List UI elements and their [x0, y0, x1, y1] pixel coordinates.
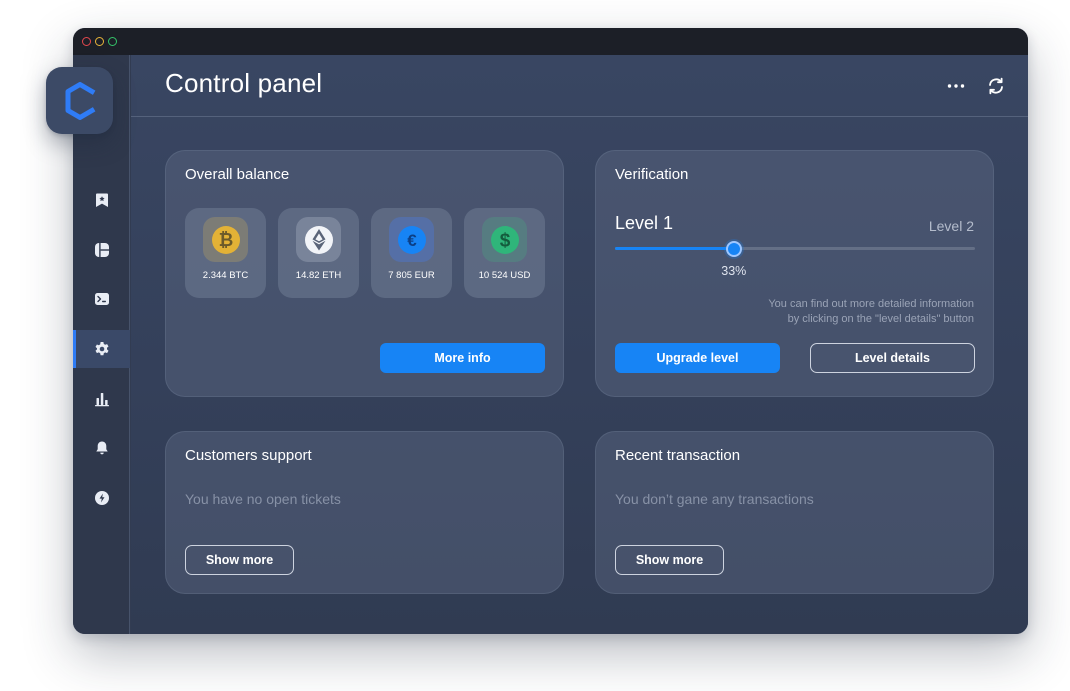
sidebar-item-activity[interactable]: [73, 479, 130, 517]
maximize-window-button[interactable]: [108, 37, 117, 46]
lightning-icon: [94, 491, 109, 505]
app-window: Control panel Overall balance ₿ 2.344 BT…: [73, 28, 1028, 634]
support-show-more-button[interactable]: Show more: [185, 545, 294, 575]
ethereum-icon: [304, 225, 333, 254]
level-progress-track[interactable]: [615, 240, 975, 257]
card-title: Overall balance: [185, 166, 290, 183]
coin-value: 2.344 BTC: [202, 270, 249, 281]
sidebar-item-dashboard[interactable]: [73, 231, 130, 269]
coin-value: 14.82 ETH: [295, 270, 342, 281]
svg-text:$: $: [499, 230, 510, 251]
more-info-button[interactable]: More info: [380, 343, 545, 373]
main-content: Control panel Overall balance ₿ 2.344 BT…: [131, 55, 1028, 634]
coin-icon-wrap: [296, 217, 341, 262]
verification-card: Verification Level 1 Level 2 33% You can…: [595, 150, 994, 397]
dollar-icon: $: [490, 225, 519, 254]
level-help-text: You can find out more detailed informati…: [768, 297, 974, 327]
more-options-button[interactable]: [945, 75, 967, 97]
bookmark-icon: [95, 193, 108, 207]
card-title: Verification: [615, 166, 689, 183]
more-horizontal-icon: [947, 84, 965, 88]
bar-chart-icon: [94, 393, 109, 407]
help-line: by clicking on the "level details" butto…: [787, 313, 974, 325]
app-logo[interactable]: [46, 67, 113, 134]
help-line: You can find out more detailed informati…: [768, 298, 974, 310]
customers-support-card: Customers support You have no open ticke…: [165, 431, 564, 594]
minimize-window-button[interactable]: [95, 37, 104, 46]
sidebar: [73, 55, 130, 634]
svg-text:€: €: [407, 231, 417, 250]
current-level: Level 1: [615, 213, 674, 233]
card-title: Recent transaction: [615, 447, 741, 464]
sidebar-item-terminal[interactable]: [73, 280, 130, 318]
terminal-icon: [94, 293, 109, 305]
sidebar-item-settings[interactable]: [73, 330, 130, 368]
upgrade-level-button[interactable]: Upgrade level: [615, 343, 780, 373]
balance-coin-eur[interactable]: € 7 805 EUR: [371, 208, 452, 298]
card-title: Customers support: [185, 447, 312, 464]
coin-icon-wrap: $: [482, 217, 527, 262]
coin-value: 10 524 USD: [478, 270, 531, 281]
close-window-button[interactable]: [82, 37, 91, 46]
bitcoin-icon: ₿: [211, 225, 240, 254]
euro-icon: €: [397, 225, 426, 254]
balance-coin-eth[interactable]: 14.82 ETH: [278, 208, 359, 298]
level-progress-fill: [615, 247, 734, 250]
balance-coin-btc[interactable]: ₿ 2.344 BTC: [185, 208, 266, 298]
title-bar: [73, 28, 1028, 55]
empty-state-text: You don’t gane any transactions: [615, 491, 814, 507]
transactions-show-more-button[interactable]: Show more: [615, 545, 724, 575]
coin-icon-wrap: ₿: [203, 217, 248, 262]
level-progress-thumb[interactable]: [725, 240, 742, 257]
overall-balance-card: Overall balance ₿ 2.344 BTC 14.82 ETH € …: [165, 150, 564, 397]
refresh-button[interactable]: [985, 75, 1007, 97]
brand-c-logo-icon: [65, 81, 95, 120]
bell-icon: [95, 441, 108, 455]
coin-value: 7 805 EUR: [388, 270, 435, 281]
dashboard-icon: [94, 243, 109, 257]
progress-percent: 33%: [721, 264, 747, 278]
refresh-icon: [989, 77, 1003, 95]
coin-icon-wrap: €: [389, 217, 434, 262]
settings-icon: [95, 342, 108, 356]
page-title: Control panel: [165, 68, 323, 98]
svg-text:₿: ₿: [218, 230, 233, 250]
level-details-button[interactable]: Level details: [810, 343, 975, 373]
next-level: Level 2: [928, 218, 974, 234]
sidebar-item-statistics[interactable]: [73, 380, 130, 418]
sidebar-item-bookmarks[interactable]: [73, 181, 130, 219]
recent-transaction-card: Recent transaction You don’t gane any tr…: [595, 431, 994, 594]
empty-state-text: You have no open tickets: [185, 491, 341, 507]
balance-coin-usd[interactable]: $ 10 524 USD: [464, 208, 545, 298]
sidebar-item-notifications[interactable]: [73, 429, 130, 467]
page-header: Control panel: [131, 55, 1028, 117]
